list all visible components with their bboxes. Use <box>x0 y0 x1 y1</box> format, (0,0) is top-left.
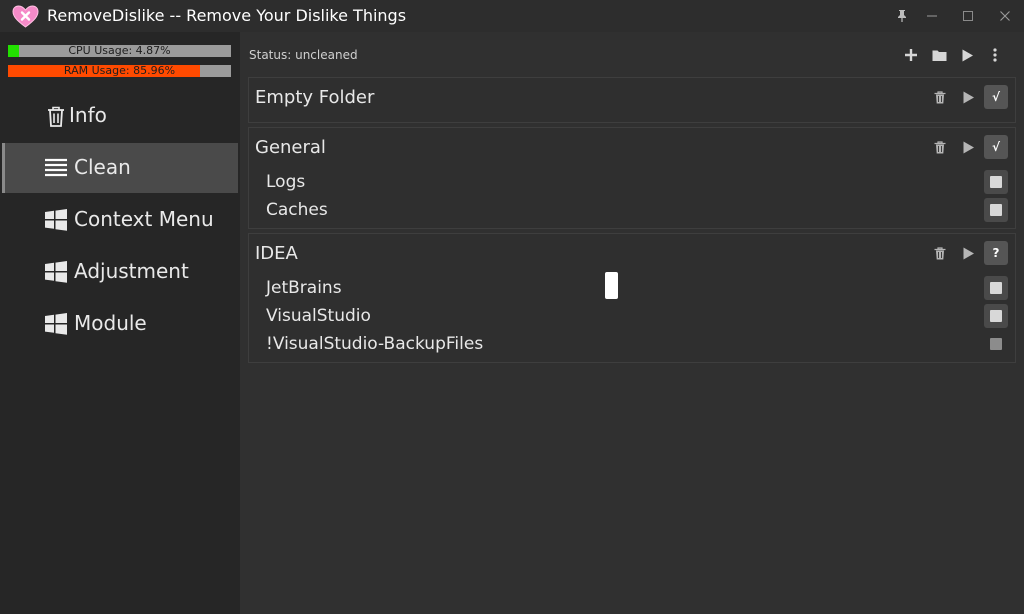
trash-icon <box>934 90 946 103</box>
play-icon <box>963 247 974 259</box>
close-button[interactable] <box>988 0 1022 32</box>
cpu-meter: CPU Usage: 4.87% <box>8 44 231 57</box>
list-item-label: Caches <box>266 200 328 220</box>
group-state-toggle[interactable]: √ <box>984 85 1008 109</box>
pin-button[interactable] <box>885 0 919 32</box>
windows-icon <box>45 209 67 231</box>
play-icon <box>963 141 974 153</box>
group-empty-folder: Empty Folder √ <box>248 77 1016 123</box>
item-checkbox[interactable] <box>984 170 1008 194</box>
item-checkbox[interactable] <box>984 276 1008 300</box>
delete-group-button[interactable] <box>931 138 949 156</box>
pin-icon <box>898 10 906 22</box>
nav-item-info[interactable]: Info <box>2 91 238 141</box>
nav-item-context-menu-label: Context Menu <box>74 207 214 231</box>
cpu-usage-label: CPU Usage: 4.87% <box>68 44 171 57</box>
run-group-button[interactable] <box>959 88 977 106</box>
add-button[interactable] <box>901 45 921 65</box>
nav-item-adjustment[interactable]: Adjustment <box>2 247 238 297</box>
status-text: Status: uncleaned <box>249 48 358 62</box>
ram-meter: RAM Usage: 85.96% <box>8 64 231 77</box>
maximize-button[interactable] <box>951 0 985 32</box>
list-item-label: Logs <box>266 172 306 192</box>
delete-group-button[interactable] <box>931 244 949 262</box>
trash-icon <box>48 106 64 127</box>
title-bar: RemoveDislike -- Remove Your Dislike Thi… <box>0 0 1024 32</box>
more-icon <box>993 48 997 62</box>
text-cursor <box>605 272 618 299</box>
run-group-button[interactable] <box>959 138 977 156</box>
run-group-button[interactable] <box>959 244 977 262</box>
more-button[interactable] <box>985 45 1005 65</box>
close-icon <box>1000 11 1010 21</box>
group-state-toggle[interactable]: √ <box>984 135 1008 159</box>
maximize-icon <box>963 11 973 21</box>
group-title: General <box>255 137 326 158</box>
nav-item-module[interactable]: Module <box>2 299 238 349</box>
item-checkbox[interactable] <box>984 198 1008 222</box>
minimize-icon <box>927 15 937 17</box>
item-checkbox[interactable] <box>984 304 1008 328</box>
sidebar: CPU Usage: 4.87% RAM Usage: 85.96% Info … <box>0 32 240 614</box>
folder-icon <box>932 50 946 61</box>
group-state-toggle[interactable]: ? <box>984 241 1008 265</box>
app-heart-icon <box>12 5 39 28</box>
app-title: RemoveDislike -- Remove Your Dislike Thi… <box>47 6 407 25</box>
open-folder-button[interactable] <box>929 45 949 65</box>
list-item-label: JetBrains <box>266 278 342 298</box>
group-idea: IDEA ? JetBrains VisualStudio !VisualStu… <box>248 233 1016 363</box>
ram-usage-label: RAM Usage: 85.96% <box>63 64 176 77</box>
list-item-label: VisualStudio <box>266 306 371 326</box>
trash-icon <box>934 246 946 259</box>
nav-item-adjustment-label: Adjustment <box>74 259 189 283</box>
group-title: IDEA <box>255 243 298 264</box>
play-icon <box>963 91 974 103</box>
minimize-button[interactable] <box>915 0 949 32</box>
trash-icon <box>934 140 946 153</box>
delete-group-button[interactable] <box>931 88 949 106</box>
list-icon <box>45 158 67 177</box>
item-checkbox[interactable] <box>984 332 1008 356</box>
nav-item-clean[interactable]: Clean <box>2 143 238 193</box>
nav-item-clean-label: Clean <box>74 155 131 179</box>
list-item-label: !VisualStudio-BackupFiles <box>266 334 484 354</box>
nav-item-context-menu[interactable]: Context Menu <box>2 195 238 245</box>
group-general: General √ Logs Caches <box>248 127 1016 229</box>
nav-item-module-label: Module <box>74 311 147 335</box>
group-title: Empty Folder <box>255 87 375 108</box>
play-icon <box>962 49 973 61</box>
run-all-button[interactable] <box>957 45 977 65</box>
nav-item-info-label: Info <box>69 103 107 127</box>
windows-icon <box>45 313 67 335</box>
windows-icon <box>45 261 67 283</box>
add-icon <box>905 49 917 61</box>
